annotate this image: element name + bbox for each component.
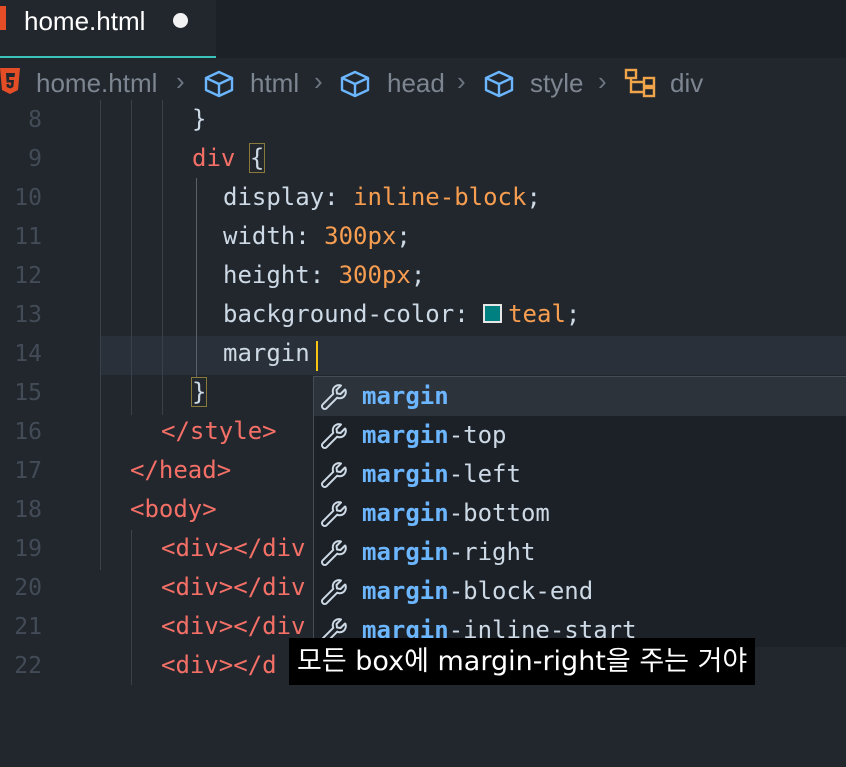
wrench-icon: [320, 423, 347, 450]
element-tree-icon: [624, 68, 656, 98]
indent-guide-active: [196, 178, 197, 378]
cube-icon: [340, 70, 370, 98]
code-line-22: <div></d: [161, 651, 277, 679]
css-property: height: [223, 261, 310, 289]
suggestion-item-margin-block-end[interactable]: margin-block-end: [314, 572, 846, 611]
closing-brace: }: [192, 105, 207, 133]
code-line-16: </style>: [161, 417, 277, 445]
cube-icon: [204, 70, 234, 98]
suggestion-item-margin[interactable]: margin: [314, 377, 846, 416]
line-number: 16: [14, 419, 42, 445]
code-line-10: display: inline-block;: [223, 183, 541, 211]
chevron-right-icon: ›: [457, 66, 466, 96]
breadcrumb-item-home-html[interactable]: home.html: [36, 68, 157, 99]
line-number: 8: [28, 107, 42, 133]
code-line-15: }: [190, 373, 208, 412]
chevron-right-icon: ›: [314, 66, 323, 96]
typed-text: margin: [223, 339, 310, 367]
wrench-icon: [320, 384, 347, 411]
suggestion-match: margin: [362, 421, 449, 449]
suggestion-rest: -right: [448, 538, 536, 566]
suggestion-rest: -block-end: [448, 577, 594, 605]
code-line-14: margin: [223, 334, 310, 373]
line-number: 14: [14, 341, 42, 367]
suggestion-item-margin-right[interactable]: margin-right: [314, 533, 846, 572]
css-value: teal: [508, 300, 566, 328]
css-value: 300px: [338, 261, 411, 289]
indent-guide: [131, 530, 132, 685]
code-line-17: </head>: [130, 456, 232, 484]
css-property: display: [223, 183, 325, 211]
code-line-11: width: 300px;: [223, 222, 411, 250]
line-number: 13: [14, 302, 42, 328]
breadcrumb-item-html[interactable]: html: [250, 68, 299, 99]
suggestion-match: margin: [362, 499, 449, 527]
css-value: 300px: [324, 222, 397, 250]
suggestion-match: margin: [362, 382, 449, 410]
html5-icon: [0, 68, 20, 94]
opening-brace-matched: {: [248, 143, 266, 173]
indent-guide: [100, 100, 101, 570]
suggestion-match: margin: [362, 460, 449, 488]
wrench-icon: [320, 579, 347, 606]
suggestion-widget[interactable]: margin margin-top margin-left margin-bot…: [313, 376, 846, 647]
video-subtitle: 모든 box에 margin-right을 주는 거야: [289, 638, 756, 685]
css-property: width: [223, 222, 296, 250]
line-number: 17: [14, 458, 42, 484]
suggestion-rest: -top: [448, 421, 507, 449]
line-number: 15: [14, 380, 42, 406]
current-line-highlight: [100, 336, 846, 375]
suggestion-item-margin-top[interactable]: margin-top: [314, 416, 846, 455]
line-number: 12: [14, 263, 42, 289]
suggestion-item-margin-left[interactable]: margin-left: [314, 455, 846, 494]
wrench-icon: [320, 540, 347, 567]
css-value: inline-block: [353, 183, 527, 211]
wrench-icon: [320, 462, 347, 489]
css-selector: div: [192, 144, 236, 172]
line-number: 19: [14, 536, 42, 562]
css-property: background-color: [223, 300, 455, 328]
line-number: 21: [14, 614, 42, 640]
chevron-right-icon: ›: [598, 66, 607, 96]
breadcrumb-item-head[interactable]: head: [387, 68, 445, 99]
indent-guide: [162, 100, 163, 415]
suggestion-match: margin: [362, 538, 449, 566]
line-number: 22: [14, 653, 42, 679]
closing-brace-matched: }: [190, 377, 208, 407]
wrench-icon: [320, 501, 347, 528]
tab-home-html[interactable]: home.html: [0, 0, 216, 58]
code-line-9: div {: [192, 139, 266, 178]
html-file-icon: [0, 6, 6, 30]
line-number: 9: [28, 146, 42, 172]
line-number: 11: [14, 224, 42, 250]
code-line-20: <div></div: [161, 573, 306, 601]
unsaved-dot-icon[interactable]: [173, 13, 188, 28]
color-swatch[interactable]: [483, 304, 503, 323]
line-number: 20: [14, 575, 42, 601]
breadcrumb-item-style[interactable]: style: [530, 68, 583, 99]
code-line-18: <body>: [130, 495, 217, 523]
indent-guide: [131, 100, 132, 415]
tab-title: home.html: [24, 6, 146, 36]
cube-icon: [484, 70, 514, 98]
suggestion-item-margin-bottom[interactable]: margin-bottom: [314, 494, 846, 533]
line-number: 18: [14, 497, 42, 523]
breadcrumb-item-div[interactable]: div: [670, 68, 703, 99]
tab-bar: home.html: [0, 0, 846, 58]
line-number: 10: [14, 185, 42, 211]
code-line-19: <div></div: [161, 534, 306, 562]
code-line-13: background-color: teal;: [223, 300, 581, 328]
suggestion-rest: -bottom: [448, 499, 550, 527]
suggestion-match: margin: [362, 577, 449, 605]
text-cursor: [316, 341, 318, 371]
code-line-8: }: [192, 100, 206, 139]
code-line-12: height: 300px;: [223, 261, 426, 289]
code-line-21: <div></div: [161, 612, 306, 640]
suggestion-rest: -left: [448, 460, 521, 488]
chevron-right-icon: ›: [176, 66, 185, 96]
